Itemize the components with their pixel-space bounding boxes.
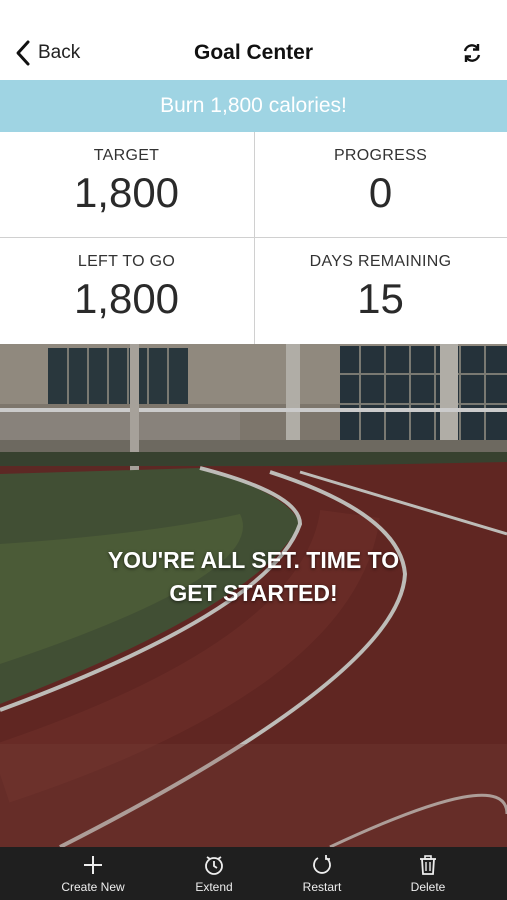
stat-left-label: LEFT TO GO [77,253,176,270]
stat-target-label: TARGET [93,147,160,164]
stat-days-label: DAYS REMAINING [309,253,452,270]
restart-icon [313,855,331,874]
hero-image: YOU'RE ALL SET. TIME TO GET STARTED! [0,344,507,847]
motivation-message: YOU'RE ALL SET. TIME TO GET STARTED! [0,544,507,610]
restart-button[interactable]: Restart [272,847,372,900]
restart-label: Restart [302,880,342,894]
create-new-button[interactable]: Create New [43,847,143,900]
delete-label: Delete [410,880,446,894]
stat-progress: PROGRESS 0 [254,132,507,238]
extend-label: Extend [195,880,233,894]
stat-days-value: 15 [357,275,404,322]
trash-icon [420,855,436,875]
stat-progress-label: PROGRESS [333,147,428,164]
page-title: Goal Center [193,41,314,64]
divider-vertical [254,132,255,344]
stat-progress-value: 0 [368,169,393,216]
motivation-line-2: GET STARTED! [169,580,338,606]
stat-left-to-go: LEFT TO GO 1,800 [0,238,253,344]
delete-button[interactable]: Delete [378,847,478,900]
stat-target: TARGET 1,800 [0,132,253,238]
motivation-line-1: YOU'RE ALL SET. TIME TO [107,547,400,573]
extend-button[interactable]: Extend [164,847,264,900]
refresh-icon[interactable] [461,42,483,64]
bottom-toolbar: Create New Extend Restart Delete [0,847,507,900]
stat-left-value: 1,800 [73,275,180,322]
create-new-label: Create New [61,880,125,894]
stat-days-remaining: DAYS REMAINING 15 [254,238,507,344]
divider-horizontal [0,237,507,238]
navigation-bar: Back Goal Center [0,0,507,80]
plus-icon [84,856,102,874]
clock-icon [205,856,223,875]
stats-grid: TARGET 1,800 PROGRESS 0 LEFT TO GO 1,800… [0,132,507,344]
stat-target-value: 1,800 [73,169,180,216]
goal-banner: Burn 1,800 calories! [0,80,507,132]
